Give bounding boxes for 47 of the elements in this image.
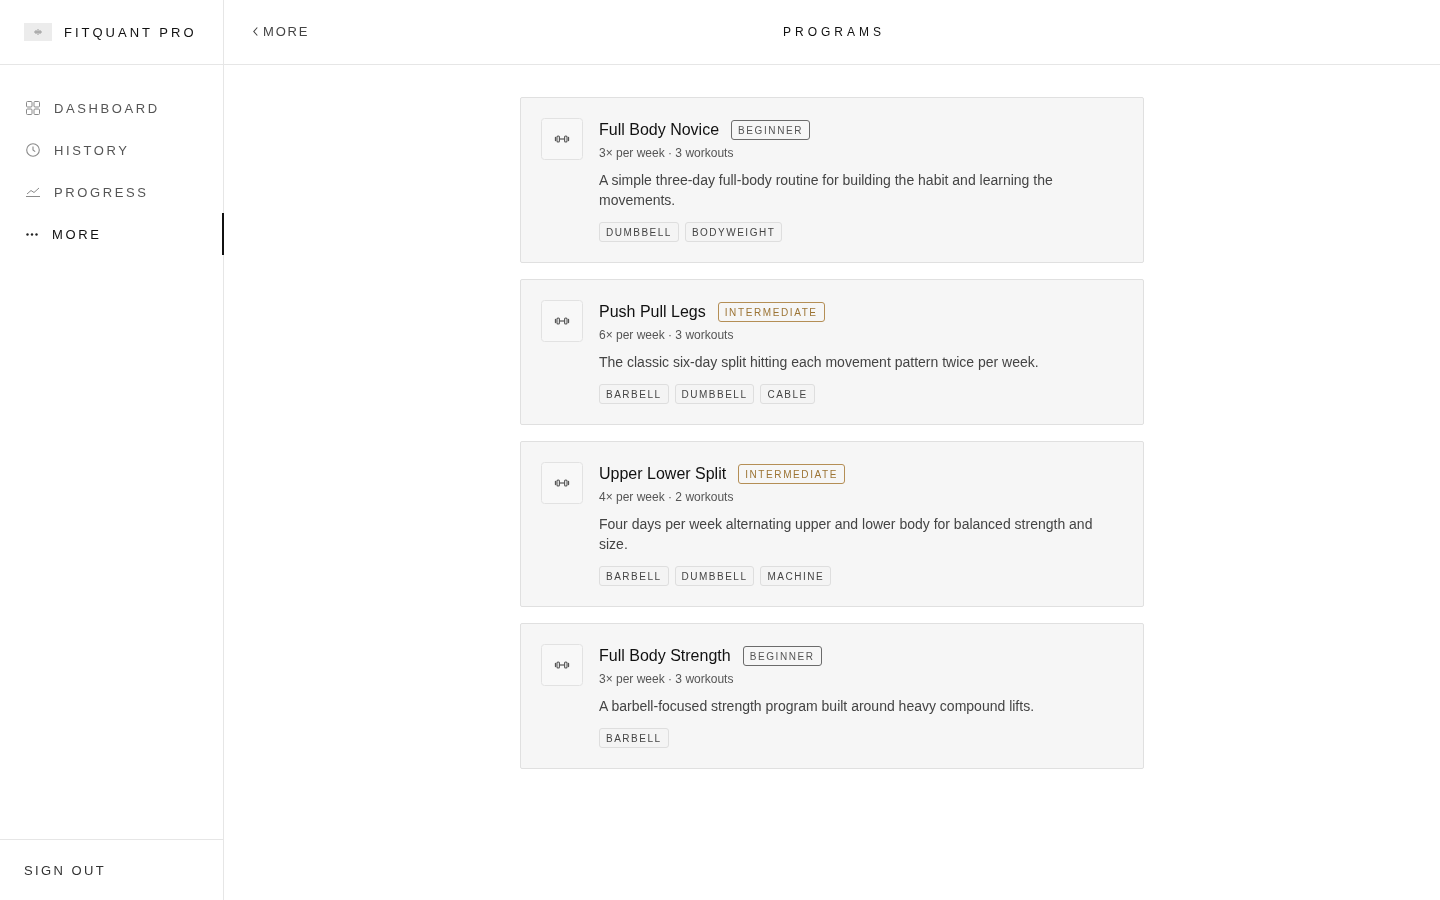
difficulty-badge: INTERMEDIATE bbox=[717, 302, 825, 322]
program-description: A barbell-focused strength program built around heavy compound lifts. bbox=[599, 697, 1036, 716]
equipment-tag: BARBELL bbox=[599, 566, 669, 586]
dumbbell-icon bbox=[541, 300, 583, 342]
program-card[interactable]: Upper Lower Split INTERMEDIATE 4× per week · 2 workouts Four days per week alternating upper and lower body for balanced strength and size. BARBELL DUMBBELL MACHINE bbox=[520, 441, 1144, 607]
program-meta: 3× per week · 3 workouts bbox=[599, 145, 735, 162]
line-chart-icon bbox=[26, 187, 40, 197]
program-description: Four days per week alternating upper and lower body for balanced strength and size. bbox=[599, 515, 1094, 554]
equipment-tag: MACHINE bbox=[760, 566, 832, 586]
sidebar-item[interactable]: MORE bbox=[0, 213, 224, 255]
difficulty-badge: BEGINNER bbox=[731, 120, 811, 140]
logo-icon bbox=[24, 23, 52, 41]
equipment-tag: DUMBBELL bbox=[674, 384, 755, 404]
dumbbell-icon bbox=[541, 644, 583, 686]
brand-name: FITQUANT PRO bbox=[64, 24, 197, 40]
dumbbell-icon bbox=[541, 118, 583, 160]
ellipsis-icon bbox=[26, 232, 38, 236]
program-card[interactable]: Full Body Strength BEGINNER 3× per week · 3 workouts A barbell-focused strength program built around heavy compound lifts. BARBELL bbox=[520, 623, 1144, 769]
program-title: Full Body Strength bbox=[599, 647, 731, 665]
program-title: Push Pull Legs bbox=[599, 303, 706, 321]
clock-icon bbox=[26, 143, 40, 157]
equipment-tag: DUMBBELL bbox=[599, 222, 679, 242]
dumbbell-icon bbox=[541, 462, 583, 504]
program-description: A simple three-day full-body routine for building the habit and learning the movements. bbox=[599, 171, 1054, 210]
program-card[interactable]: Full Body Novice BEGINNER 3× per week · 3 workouts A simple three-day full-body routine for building the habit and learning the movements. DUMBBELL BODYWEIGHT bbox=[520, 97, 1144, 263]
sidebar-item[interactable]: DASHBOARD bbox=[0, 87, 224, 129]
sign-out-button[interactable]: SIGN OUT bbox=[24, 862, 107, 878]
equipment-tag: BARBELL bbox=[599, 728, 669, 748]
page-title: PROGRAMS bbox=[783, 25, 885, 39]
difficulty-badge: INTERMEDIATE bbox=[738, 464, 846, 484]
program-title: Full Body Novice bbox=[599, 121, 720, 139]
program-meta: 4× per week · 2 workouts bbox=[599, 489, 735, 506]
program-description: The classic six-day split hitting each movement pattern twice per week. bbox=[599, 353, 1040, 372]
equipment-tag: CABLE bbox=[760, 384, 815, 404]
program-meta: 3× per week · 3 workouts bbox=[599, 671, 735, 688]
equipment-tag: BODYWEIGHT bbox=[684, 222, 783, 242]
back-button[interactable]: MORE bbox=[253, 24, 310, 39]
chevron-left-icon bbox=[253, 27, 258, 36]
equipment-tag: BARBELL bbox=[599, 384, 669, 404]
sidebar-item[interactable]: PROGRESS bbox=[0, 171, 224, 213]
sidebar-item[interactable]: HISTORY bbox=[0, 129, 224, 171]
program-card[interactable]: Push Pull Legs INTERMEDIATE 6× per week · 3 workouts The classic six-day split hitting each movement pattern twice per week. BARBELL DUMBBELL CABLE bbox=[520, 279, 1144, 425]
grid-icon bbox=[26, 101, 40, 115]
difficulty-badge: BEGINNER bbox=[742, 646, 822, 666]
program-title: Upper Lower Split bbox=[599, 465, 727, 483]
program-meta: 6× per week · 3 workouts bbox=[599, 327, 735, 344]
equipment-tag: DUMBBELL bbox=[674, 566, 755, 586]
